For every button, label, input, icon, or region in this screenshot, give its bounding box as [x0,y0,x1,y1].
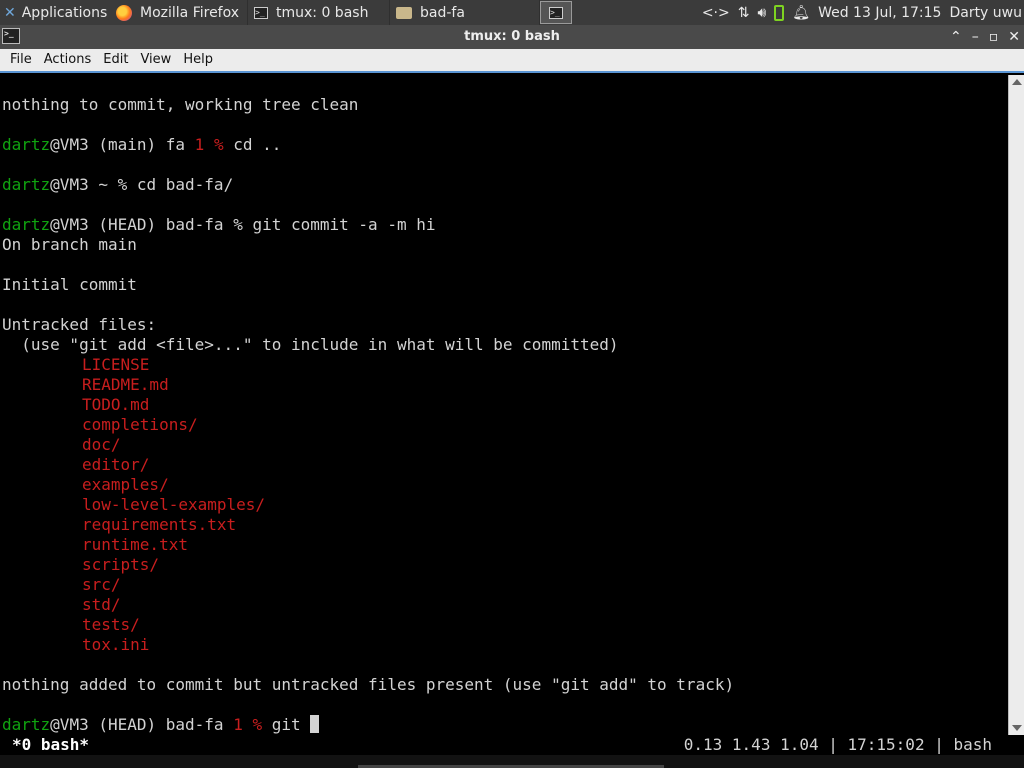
text-cursor [310,715,320,733]
notification-bell-icon[interactable]: 🔔︎ [792,5,810,21]
prompt-line: dartz@VM3 (HEAD) bad-fa % git commit -a … [2,215,436,234]
network-arrows-icon[interactable]: <·> [702,5,730,21]
window-titlebar[interactable]: >_ tmux: 0 bash ⌃ – ▫ ✕ [0,25,1024,49]
maximize-up-icon[interactable]: ⌃ [950,29,962,45]
firefox-icon [116,4,132,21]
untracked-file: std/ [82,595,121,614]
network-transfer-icon[interactable]: ⇅ [738,5,750,21]
menu-help[interactable]: Help [177,49,219,71]
task-tmux-label: tmux: 0 bash [276,4,369,21]
xfce-logo-icon: ✕ [4,4,16,21]
terminal-line: Untracked files: [2,315,157,334]
close-icon[interactable]: ✕ [1008,29,1020,45]
menubar: File Actions Edit View Help [0,49,1024,73]
clock[interactable]: Wed 13 Jul, 17:15 [818,5,941,21]
untracked-file: scripts/ [82,555,160,574]
untracked-file: src/ [82,575,121,594]
untracked-file: examples/ [82,475,169,494]
tmux-status-bar: *0 bash* 0.13 1.43 1.04 | 17:15:02 | bas… [0,735,1024,755]
untracked-file: LICENSE [82,355,150,374]
task-firefox-label: Mozilla Firefox [140,4,240,21]
battery-icon[interactable] [774,4,785,21]
window-title: tmux: 0 bash [464,29,560,44]
task-firefox[interactable]: Mozilla Firefox [110,0,248,25]
untracked-file: TODO.md [82,395,150,414]
minimize-icon[interactable]: – [972,29,979,45]
untracked-file: tox.ini [82,635,150,654]
menu-file[interactable]: File [4,49,38,71]
bottom-strip [0,755,1024,768]
prompt-line: dartz@VM3 ~ % cd bad-fa/ [2,175,234,194]
volume-icon[interactable]: 🔊︎ [757,5,766,21]
untracked-file: README.md [82,375,169,394]
task-bad-fa[interactable]: bad-fa [390,0,540,25]
terminal-line: On branch main [2,235,137,254]
applications-menu[interactable]: ✕ Applications [0,0,110,25]
scroll-down-icon[interactable] [1012,725,1022,731]
terminal-line: Initial commit [2,275,137,294]
prompt-line: dartz@VM3 (main) fa 1 % cd .. [2,135,282,154]
prompt-line[interactable]: dartz@VM3 (HEAD) bad-fa 1 % git [2,715,320,735]
menu-edit[interactable]: Edit [97,49,134,71]
restore-icon[interactable]: ▫ [989,29,999,45]
untracked-file: doc/ [82,435,121,454]
untracked-file: completions/ [82,415,198,434]
top-panel: ✕ Applications Mozilla Firefox >_ tmux: … [0,0,1024,25]
untracked-file: requirements.txt [82,515,237,534]
user-menu[interactable]: Darty uwu [949,5,1022,21]
tmux-status-right: 0.13 1.43 1.04 | 17:15:02 | bash [683,735,992,754]
untracked-file: low-level-examples/ [82,495,266,514]
system-tray: <·> ⇅ 🔊︎ 🔔︎ Wed 13 Jul, 17:15 Darty uwu [702,0,1024,25]
terminal-line: nothing added to commit but untracked fi… [2,675,735,694]
terminal-line: nothing to commit, working tree clean [2,95,359,114]
task-active-terminal[interactable]: >_ [540,1,572,24]
applications-label: Applications [21,4,108,21]
terminal-icon: >_ [549,6,563,19]
menu-actions[interactable]: Actions [38,49,98,71]
menu-view[interactable]: View [134,49,177,71]
untracked-file: tests/ [82,615,140,634]
terminal-icon: >_ [254,6,268,19]
task-tmux[interactable]: >_ tmux: 0 bash [248,0,390,25]
scrollbar[interactable] [1008,75,1024,735]
scroll-up-icon[interactable] [1012,79,1022,85]
terminal-output[interactable]: nothing to commit, working tree clean da… [0,75,1008,735]
untracked-file: runtime.txt [82,535,188,554]
task-bad-fa-label: bad-fa [420,4,465,21]
folder-icon [396,6,412,19]
terminal-line: (use "git add <file>..." to include in w… [2,335,619,354]
untracked-file: editor/ [82,455,150,474]
tmux-window-tab[interactable]: *0 bash* [12,735,89,755]
